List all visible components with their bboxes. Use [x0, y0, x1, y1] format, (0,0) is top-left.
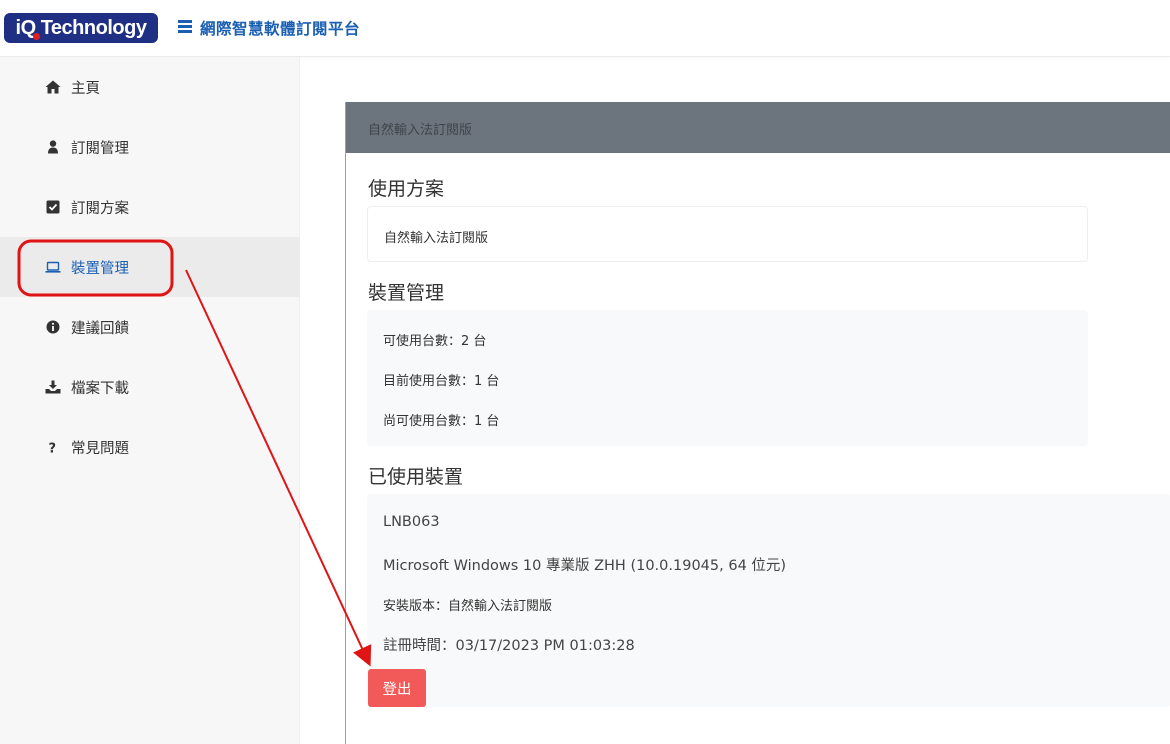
- top-header: iQ Technology 網際智慧軟體訂閱平台: [0, 0, 1170, 57]
- card-header: 自然輸入法訂閱版: [346, 102, 1170, 153]
- checkbox-icon: [46, 200, 60, 214]
- home-icon: [45, 80, 61, 94]
- plan-box: 自然輸入法訂閱版: [367, 206, 1088, 262]
- register-time: 註冊時間：03/17/2023 PM 01:03:28: [383, 638, 635, 654]
- sidebar-item-label: 建議回饋: [71, 321, 129, 337]
- device-os: Microsoft Windows 10 專業版 ZHH (10.0.19045…: [383, 558, 787, 574]
- logo-dot-icon: [33, 33, 40, 40]
- sidebar-item-feedback[interactable]: 建議回饋: [0, 297, 300, 357]
- logo-text: iQ Technology: [15, 17, 147, 39]
- device-name: LNB063: [383, 514, 440, 530]
- sidebar-item-home[interactable]: 主頁: [0, 57, 300, 117]
- device-management-title: 裝置管理: [368, 282, 445, 304]
- plan-section-title: 使用方案: [368, 178, 445, 200]
- install-version: 安裝版本：自然輸入法訂閱版: [383, 599, 553, 614]
- logout-button[interactable]: 登出: [368, 669, 426, 707]
- remaining-count: 尚可使用台數：1 台: [383, 414, 500, 429]
- platform-title[interactable]: 網際智慧軟體訂閱平台: [200, 17, 360, 39]
- svg-text:?: ?: [49, 442, 57, 455]
- sidebar-item-label: 裝置管理: [71, 261, 129, 277]
- card-header-title: 自然輸入法訂閱版: [368, 123, 473, 138]
- user-icon: [48, 140, 58, 154]
- device-count-box: 可使用台數：2 台 目前使用台數：1 台 尚可使用台數：1 台: [367, 310, 1088, 446]
- sidebar: 主頁 訂閱管理 訂閱方案 裝置管理 建議回饋 檔案下載 ? 常見問題: [0, 57, 300, 744]
- sidebar-item-subscription-management[interactable]: 訂閱管理: [0, 117, 300, 177]
- sidebar-item-faq[interactable]: ? 常見問題: [0, 417, 300, 477]
- download-icon: [45, 380, 61, 394]
- sidebar-item-label: 常見問題: [71, 441, 129, 457]
- question-icon: ?: [49, 442, 57, 455]
- device-entry: LNB063 Microsoft Windows 10 專業版 ZHH (10.…: [367, 494, 1170, 707]
- sidebar-item-label: 主頁: [71, 81, 100, 97]
- sidebar-item-label: 訂閱管理: [71, 141, 129, 157]
- iq-technology-logo[interactable]: iQ Technology: [4, 13, 158, 43]
- info-icon: [46, 320, 60, 334]
- plan-value: 自然輸入法訂閱版: [384, 231, 489, 246]
- sidebar-item-subscription-plan[interactable]: 訂閱方案: [0, 177, 300, 237]
- sidebar-item-file-download[interactable]: 檔案下載: [0, 357, 300, 417]
- sidebar-item-label: 檔案下載: [71, 381, 129, 397]
- used-count: 目前使用台數：1 台: [383, 374, 500, 389]
- used-devices-title: 已使用裝置: [368, 466, 464, 488]
- sidebar-item-device-management[interactable]: 裝置管理: [0, 237, 300, 297]
- subscription-card: 自然輸入法訂閱版 使用方案 自然輸入法訂閱版 裝置管理 可使用台數：2 台 目前…: [345, 102, 1170, 744]
- laptop-icon: [45, 261, 61, 273]
- sidebar-item-label: 訂閱方案: [71, 201, 129, 217]
- available-count: 可使用台數：2 台: [383, 334, 487, 349]
- hamburger-menu-icon[interactable]: [178, 19, 192, 33]
